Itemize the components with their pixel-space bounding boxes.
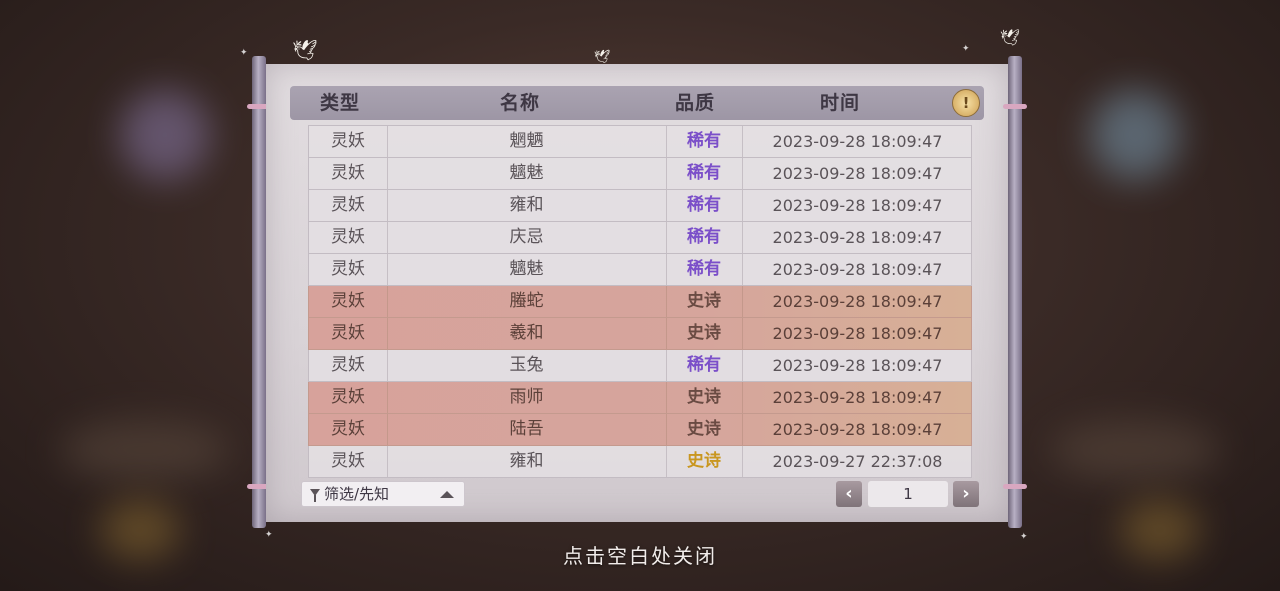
cell-time: 2023-09-28 18:09:47 [772, 324, 943, 343]
cell-name: 雍和 [387, 190, 667, 221]
cell-type: 灵妖 [309, 318, 388, 349]
filter-label: 筛选/先知 [324, 485, 390, 503]
background-blur [60, 420, 230, 480]
cell-quality: 史诗 [666, 414, 743, 445]
cell-name: 玉兔 [387, 350, 667, 381]
cell-type: 灵妖 [309, 414, 388, 445]
header-quality: 品质 [674, 92, 715, 114]
table-row: 灵妖 庆忌 稀有 2023-09-28 18:09:47 [308, 222, 972, 254]
table-row: 灵妖 雍和 史诗 2023-09-27 22:37:08 [308, 446, 972, 478]
cell-quality: 稀有 [666, 158, 743, 189]
sparkle-icon: ✦ [265, 530, 273, 540]
cell-name: 雨师 [387, 382, 667, 413]
cell-type: 灵妖 [309, 254, 388, 285]
cell-type: 灵妖 [309, 190, 388, 221]
table-row: 灵妖 雨师 史诗 2023-09-28 18:09:47 [308, 382, 972, 414]
background-blur [1090, 90, 1180, 180]
cell-type: 灵妖 [309, 126, 388, 157]
cell-time: 2023-09-28 18:09:47 [772, 196, 943, 215]
lightbulb-icon[interactable]: ! [952, 89, 980, 117]
header-type: 类型 [319, 92, 360, 114]
sparkle-icon: ✦ [240, 48, 248, 58]
cell-quality: 稀有 [666, 190, 743, 221]
cell-time: 2023-09-28 18:09:47 [772, 164, 943, 183]
filter-icon [310, 489, 320, 502]
cell-quality: 史诗 [666, 286, 743, 317]
next-page-button[interactable]: › [953, 481, 979, 507]
table-row: 灵妖 魑魅 稀有 2023-09-28 18:09:47 [308, 254, 972, 286]
table-row: 灵妖 雍和 稀有 2023-09-28 18:09:47 [308, 190, 972, 222]
cell-name: 魍魉 [387, 126, 667, 157]
cell-type: 灵妖 [309, 446, 388, 477]
cell-quality: 稀有 [666, 222, 743, 253]
table-row: 灵妖 陆吾 史诗 2023-09-28 18:09:47 [308, 414, 972, 446]
page-number: 1 [868, 481, 948, 507]
cell-quality: 史诗 [666, 318, 743, 349]
cell-type: 灵妖 [309, 350, 388, 381]
record-scroll-panel: 类型 名称 品质 时间 ! 灵妖 魍魉 稀有 2023-09-28 18:09:47 灵… [247, 56, 1027, 528]
cell-type: 灵妖 [309, 382, 388, 413]
cell-type: 灵妖 [309, 286, 388, 317]
table-row: 灵妖 魍魉 稀有 2023-09-28 18:09:47 [308, 125, 972, 158]
swallow-icon: 🕊 [1000, 28, 1021, 47]
sparkle-icon: ✦ [962, 44, 970, 54]
cell-quality: 稀有 [666, 350, 743, 381]
cell-time: 2023-09-27 22:37:08 [772, 452, 943, 471]
cell-time: 2023-09-28 18:09:47 [772, 356, 943, 375]
table-header: 类型 名称 品质 时间 ! [290, 86, 984, 120]
cell-time: 2023-09-28 18:09:47 [772, 228, 943, 247]
table-row: 灵妖 魑魅 稀有 2023-09-28 18:09:47 [308, 158, 972, 190]
cell-quality: 史诗 [666, 446, 743, 477]
cell-time: 2023-09-28 18:09:47 [772, 132, 943, 151]
cell-time: 2023-09-28 18:09:47 [772, 292, 943, 311]
chevron-up-icon [440, 491, 454, 498]
cell-time: 2023-09-28 18:09:47 [772, 420, 943, 439]
background-blur [1050, 420, 1220, 480]
prev-page-button[interactable]: ‹ [836, 481, 862, 507]
header-name: 名称 [499, 92, 540, 114]
cell-name: 庆忌 [387, 222, 667, 253]
cell-name: 螣蛇 [387, 286, 667, 317]
header-time: 时间 [819, 92, 860, 114]
table-row: 灵妖 羲和 史诗 2023-09-28 18:09:47 [308, 318, 972, 350]
filter-dropdown[interactable]: 筛选/先知 [301, 481, 465, 507]
cell-name: 陆吾 [387, 414, 667, 445]
cell-time: 2023-09-28 18:09:47 [772, 260, 943, 279]
cell-quality: 稀有 [666, 254, 743, 285]
cell-name: 魑魅 [387, 254, 667, 285]
cell-quality: 稀有 [666, 126, 743, 157]
close-hint[interactable]: 点击空白处关闭 [0, 540, 1280, 569]
cell-quality: 史诗 [666, 382, 743, 413]
cell-name: 雍和 [387, 446, 667, 477]
table-row: 灵妖 玉兔 稀有 2023-09-28 18:09:47 [308, 350, 972, 382]
cell-time: 2023-09-28 18:09:47 [772, 388, 943, 407]
record-table: 灵妖 魍魉 稀有 2023-09-28 18:09:47 灵妖 魑魅 稀有 2023-09-2… [308, 125, 972, 478]
cell-type: 灵妖 [309, 158, 388, 189]
cell-name: 羲和 [387, 318, 667, 349]
background-blur [120, 90, 210, 180]
scroll-rod-right [1003, 56, 1027, 528]
table-row: 灵妖 螣蛇 史诗 2023-09-28 18:09:47 [308, 286, 972, 318]
cell-name: 魑魅 [387, 158, 667, 189]
scroll-rod-left [247, 56, 271, 528]
cell-type: 灵妖 [309, 222, 388, 253]
